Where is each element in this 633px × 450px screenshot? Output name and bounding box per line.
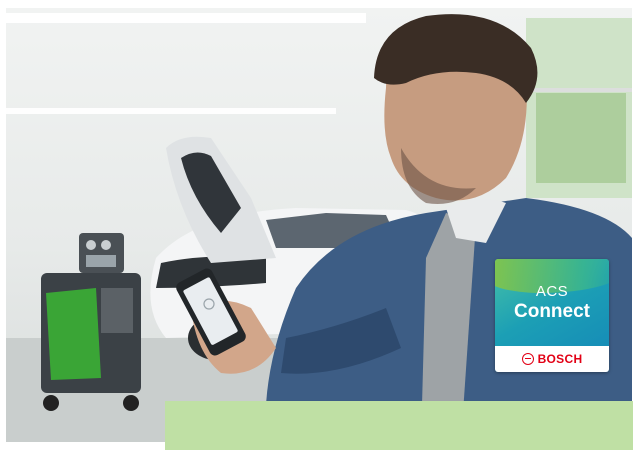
brand-footer: BOSCH (495, 346, 609, 372)
app-name-acs: ACS (535, 283, 569, 300)
bosch-logo-icon (521, 353, 534, 365)
brand-label: BOSCH (537, 352, 583, 366)
green-banner (165, 401, 633, 450)
app-name-connect: Connect (514, 301, 590, 322)
acs-connect-app-icon: ACS Connect BOSCH (495, 259, 609, 372)
photo-illustration (6, 13, 632, 442)
workshop-photo: ACS Connect BOSCH (6, 8, 632, 442)
ac-service-machine (41, 233, 141, 411)
